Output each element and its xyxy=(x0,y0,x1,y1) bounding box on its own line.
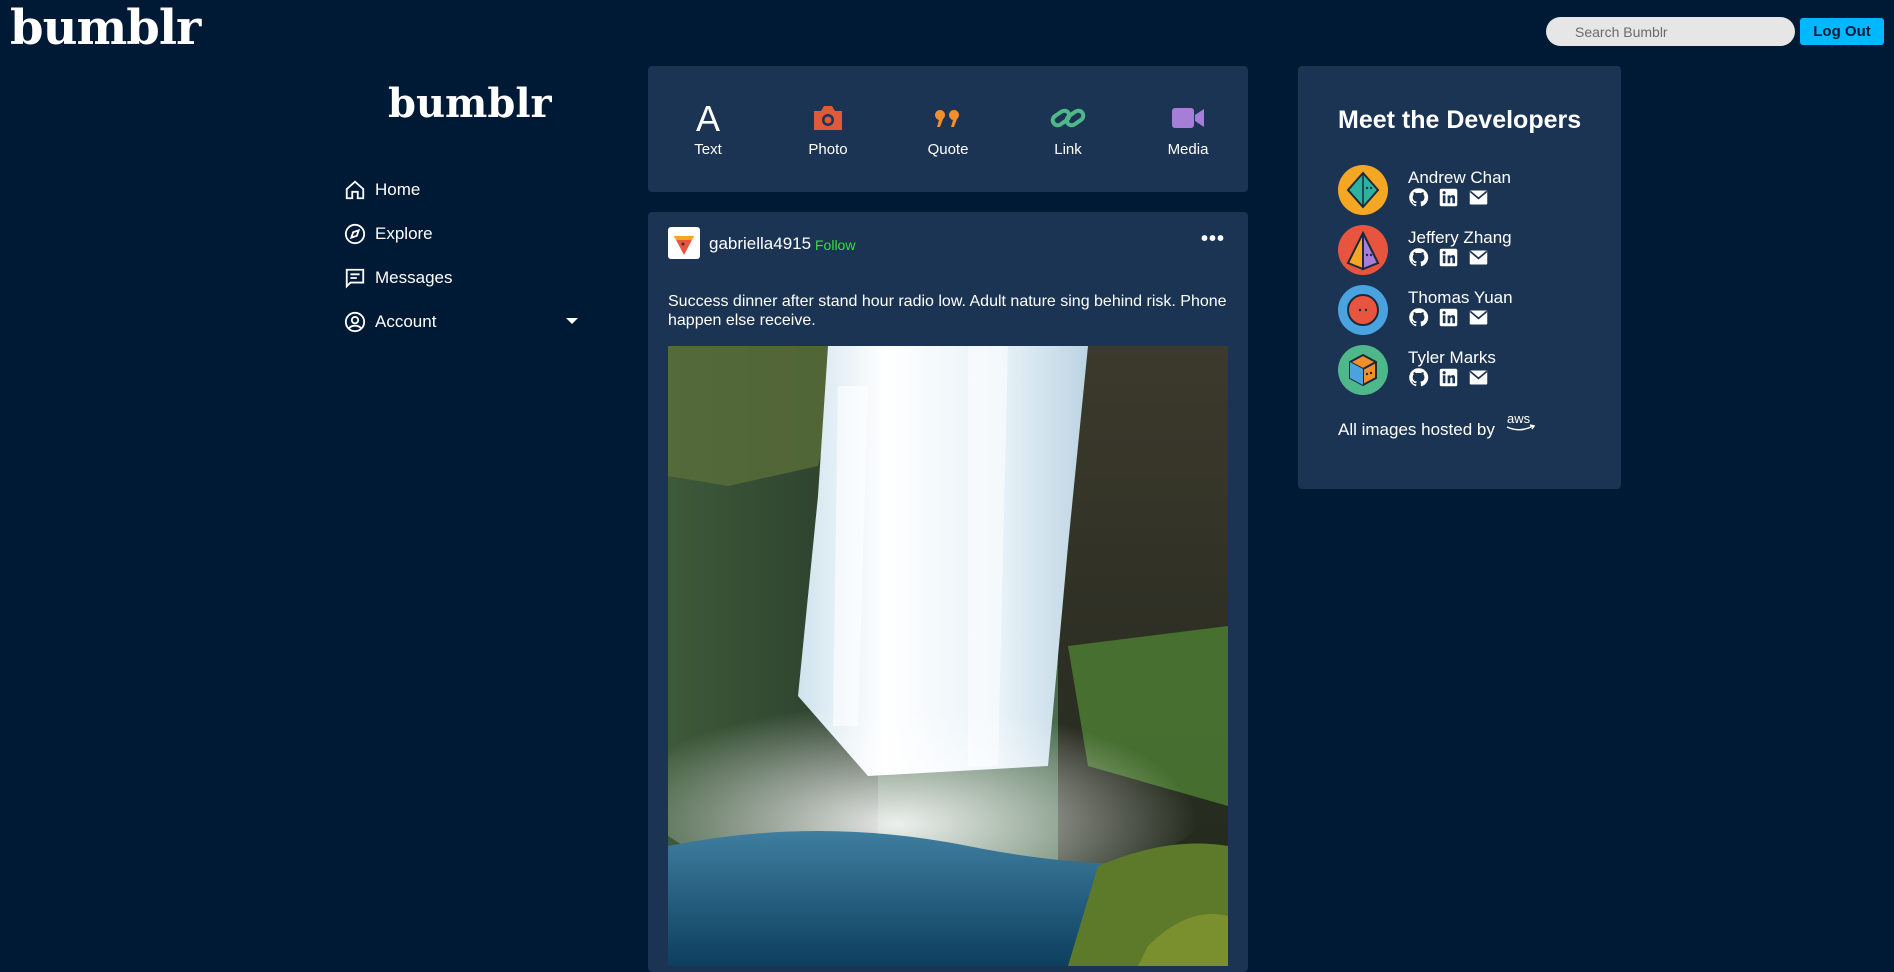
search-input[interactable] xyxy=(1546,17,1795,46)
avatar[interactable] xyxy=(668,227,700,259)
message-icon xyxy=(345,268,365,289)
github-icon[interactable] xyxy=(1408,367,1429,388)
compass-icon xyxy=(344,223,366,245)
follow-button[interactable]: Follow xyxy=(815,237,855,253)
developer-name: Tyler Marks xyxy=(1408,348,1496,367)
sidebar-item-home[interactable]: Home xyxy=(344,168,584,212)
developer-card: Thomas Yuan xyxy=(1338,285,1618,335)
sidebar-item-messages[interactable]: Messages xyxy=(344,256,584,300)
app-logo[interactable]: bumblr xyxy=(10,0,201,56)
developer-card: Andrew Chan xyxy=(1338,165,1618,215)
aws-logo: aws xyxy=(1506,411,1536,431)
logout-button[interactable]: Log Out xyxy=(1800,18,1884,45)
post-type-bar: A Text Photo Quote Link Media xyxy=(648,66,1248,192)
developer-card: Tyler Marks xyxy=(1338,345,1618,395)
link-icon xyxy=(1050,108,1086,127)
more-options-icon[interactable]: ••• xyxy=(1201,228,1225,251)
sidebar-item-label: Home xyxy=(375,180,421,199)
svg-text:A: A xyxy=(696,101,720,135)
github-icon[interactable] xyxy=(1408,187,1429,208)
linkedin-icon[interactable] xyxy=(1438,247,1459,268)
post-type-media[interactable]: Media xyxy=(1143,101,1233,158)
github-icon[interactable] xyxy=(1408,247,1429,268)
developer-name: Jeffery Zhang xyxy=(1408,228,1512,247)
user-circle-icon xyxy=(344,311,366,333)
mail-icon[interactable] xyxy=(1468,247,1489,268)
developer-name: Andrew Chan xyxy=(1408,168,1512,187)
linkedin-icon[interactable] xyxy=(1438,307,1459,328)
linkedin-icon[interactable] xyxy=(1438,187,1459,208)
sidebar-item-label: Explore xyxy=(375,224,433,243)
quote-icon xyxy=(934,109,959,127)
post-type-quote[interactable]: Quote xyxy=(903,101,993,158)
chevron-down-icon[interactable] xyxy=(566,318,578,324)
github-icon[interactable] xyxy=(1408,307,1429,328)
avatar xyxy=(1338,285,1388,335)
developer-name: Thomas Yuan xyxy=(1408,288,1513,307)
developers-title: Meet the Developers xyxy=(1338,106,1582,134)
avatar xyxy=(1338,165,1388,215)
camera-icon xyxy=(814,105,842,130)
post-card: gabriella4915 Follow ••• Success dinner … xyxy=(648,212,1248,972)
video-icon xyxy=(1172,107,1204,128)
hosted-by-label: All images hosted by xyxy=(1338,420,1495,439)
svg-text:aws: aws xyxy=(1507,411,1531,426)
mail-icon[interactable] xyxy=(1468,187,1489,208)
post-image xyxy=(668,346,1228,966)
hosted-by: All images hosted by aws xyxy=(1338,411,1538,440)
mail-icon[interactable] xyxy=(1468,367,1489,388)
post-type-link[interactable]: Link xyxy=(1023,101,1113,158)
post-body: Success dinner after stand hour radio lo… xyxy=(668,293,1227,329)
post-type-text[interactable]: A Text xyxy=(663,101,753,158)
sidebar-item-account[interactable]: Account xyxy=(344,300,584,344)
avatar xyxy=(1338,345,1388,395)
post-type-photo[interactable]: Photo xyxy=(783,101,873,158)
avatar xyxy=(1338,225,1388,275)
post-username[interactable]: gabriella4915 xyxy=(709,234,811,254)
home-icon xyxy=(345,180,365,200)
developer-card: Jeffery Zhang xyxy=(1338,225,1618,275)
sidebar-item-explore[interactable]: Explore xyxy=(344,212,584,256)
sidebar-nav: Home Explore Messages Account xyxy=(344,168,584,344)
sidebar-logo[interactable]: bumblr xyxy=(388,80,552,127)
mail-icon[interactable] xyxy=(1468,307,1489,328)
developers-panel: Meet the Developers Andrew Chan Jeffery … xyxy=(1298,66,1621,489)
sidebar-item-label: Account xyxy=(375,312,437,331)
linkedin-icon[interactable] xyxy=(1438,367,1459,388)
sidebar-item-label: Messages xyxy=(375,268,453,287)
text-icon: A xyxy=(696,101,720,135)
